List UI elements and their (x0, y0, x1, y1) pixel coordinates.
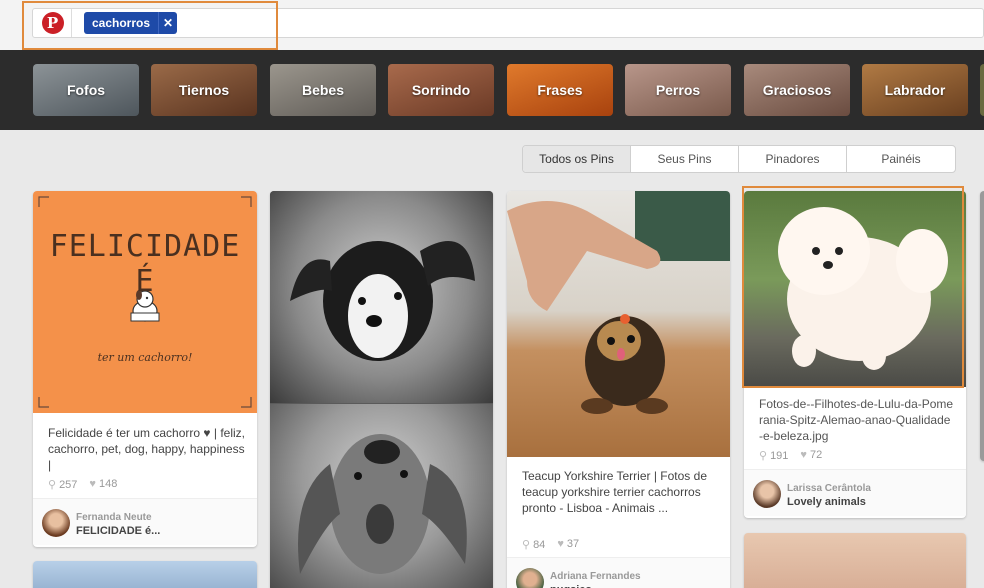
image-caption-sub: ter um cachorro! (97, 351, 193, 364)
pin-footer[interactable]: Adriana Fernandes pugsies (507, 558, 730, 588)
category-strip: Fofos Tiernos Bebes Sorrindo Frases Perr… (0, 50, 984, 130)
board-name[interactable]: Lovely animals (787, 496, 866, 508)
like-count: 72 (809, 449, 823, 461)
pinterest-logo[interactable]: P (34, 9, 72, 37)
tab-paineis[interactable]: Painéis (847, 146, 955, 172)
pin-stats: ⚲ 84 ♥ 37 (522, 538, 579, 551)
dog-photo (298, 434, 467, 574)
board-name[interactable]: pugsies (550, 584, 592, 588)
pin-footer[interactable]: Larissa Cerântola Lovely animals (744, 470, 966, 516)
like-count: 37 (566, 538, 580, 550)
pomeranian-photo (778, 207, 948, 370)
image-caption-title: FELICIDADE É (49, 229, 241, 299)
repin-icon: ⚲ (48, 479, 57, 491)
pin-footer[interactable]: Fernanda Neute FELICIDADE é... (33, 499, 257, 545)
board-name[interactable]: FELICIDADE é... (76, 525, 160, 537)
category-tiernos[interactable]: Tiernos (151, 64, 257, 116)
category-perros[interactable]: Perros (625, 64, 731, 116)
pinner-name[interactable]: Larissa Cerântola (787, 483, 871, 494)
pin-description: Felicidade é ter um cachorro ♥ | feliz, … (48, 426, 245, 472)
pin-image[interactable] (744, 191, 966, 387)
category-bebes[interactable]: Bebes (270, 64, 376, 116)
dog-photo (290, 241, 475, 361)
pin-card[interactable] (980, 191, 984, 461)
pin-image[interactable] (270, 191, 493, 403)
pin-description: Teacup Yorkshire Terrier | Fotos de teac… (522, 469, 707, 515)
repin-icon: ⚲ (522, 539, 531, 551)
category-labrador[interactable]: Labrador (862, 64, 968, 116)
category-graciosos[interactable]: Graciosos (744, 64, 850, 116)
pin-description: Fotos-de--Filhotes-de-Lulu-da-Pomerania-… (759, 397, 954, 443)
top-bar: P cachorros ✕ (0, 0, 984, 50)
avatar[interactable] (753, 480, 781, 508)
pin-image[interactable]: FELICIDADE É ter um cachorro! (33, 191, 257, 413)
repin-count: 84 (533, 539, 546, 551)
pin-card[interactable]: Fotos-de--Filhotes-de-Lulu-da-Pomerania-… (744, 191, 966, 518)
heart-icon: ♥ (800, 449, 807, 461)
frame-corners (38, 196, 252, 408)
pin-image[interactable] (270, 404, 493, 588)
tab-seus-pins[interactable]: Seus Pins (631, 146, 739, 172)
pin-stats: ⚲ 191 ♥ 72 (759, 449, 822, 462)
category-label: Labrador (884, 82, 946, 98)
category-label: Bebes (301, 82, 345, 98)
category-fofos[interactable]: Fofos (33, 64, 139, 116)
pin-stats: ⚲ 257 ♥ 148 (48, 478, 117, 491)
category-sorrindo[interactable]: Sorrindo (388, 64, 494, 116)
category-label: Fofos (66, 82, 106, 98)
pinterest-logo-icon: P (41, 12, 64, 34)
close-icon[interactable]: ✕ (159, 16, 177, 30)
avatar[interactable] (42, 509, 70, 537)
category-label: Perros (655, 82, 701, 98)
category-label: Graciosos (762, 82, 832, 98)
heart-icon: ♥ (557, 538, 564, 550)
search-tag[interactable]: cachorros ✕ (84, 12, 178, 34)
filter-tabs: Todos os Pins Seus Pins Pinadores Painéi… (522, 145, 956, 173)
like-count: 148 (98, 478, 118, 490)
pinner-name[interactable]: Adriana Fernandes (550, 571, 641, 582)
pin-card[interactable] (33, 561, 257, 588)
tab-pinadores[interactable]: Pinadores (739, 146, 847, 172)
pin-card[interactable] (270, 191, 493, 588)
pin-card[interactable]: Teacup Yorkshire Terrier | Fotos de teac… (507, 191, 730, 588)
pin-image[interactable] (507, 191, 730, 457)
repin-icon: ⚲ (759, 450, 768, 462)
category-label: Frases (537, 82, 583, 98)
avatar[interactable] (516, 568, 544, 588)
category-next-partial[interactable] (980, 64, 984, 116)
pin-card[interactable]: FELICIDADE É ter um cachorro! Felicidade… (33, 191, 257, 547)
category-label: Sorrindo (411, 82, 471, 98)
repin-count: 257 (59, 479, 78, 491)
tab-todos-os-pins[interactable]: Todos os Pins (523, 146, 631, 172)
pin-card[interactable] (744, 533, 966, 588)
yorkie-photo (507, 191, 730, 414)
heart-icon: ♥ (89, 478, 96, 490)
search-tag-label: cachorros (84, 12, 160, 34)
pinner-name[interactable]: Fernanda Neute (76, 512, 152, 523)
repin-count: 191 (770, 450, 789, 462)
category-label: Tiernos (178, 82, 230, 98)
category-frases[interactable]: Frases (507, 64, 613, 116)
